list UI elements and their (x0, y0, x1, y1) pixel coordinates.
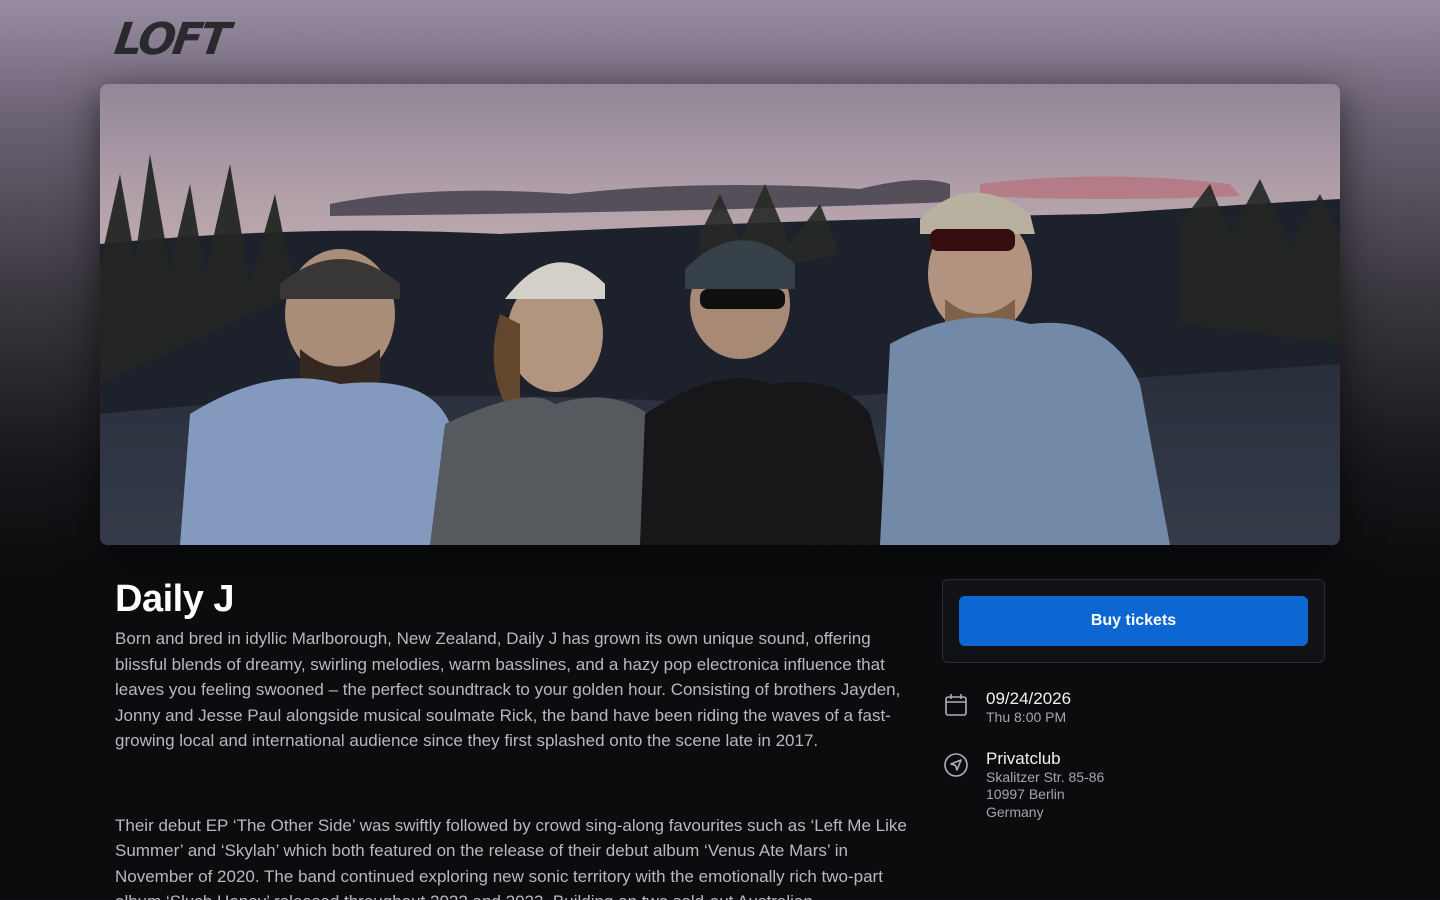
band-photo (100, 84, 1340, 545)
venue-name[interactable]: Privatclub (986, 749, 1104, 769)
event-date: 09/24/2026 (986, 689, 1072, 708)
event-time: Thu 8:00 PM (986, 709, 1067, 725)
location-arrow-icon[interactable] (942, 751, 970, 779)
ticket-box: Buy tickets (942, 579, 1325, 663)
venue-city: 10997 Berlin (986, 786, 1065, 802)
event-title: Daily J (115, 578, 235, 620)
loft-logo[interactable]: LOFT (111, 14, 230, 65)
event-date-row: 09/24/2026 Thu 8:00 PM (942, 689, 1325, 727)
event-details: Daily J Born and bred in idyllic Marlbor… (115, 578, 915, 900)
event-description-paragraph: Their debut EP ‘The Other Side’ was swif… (115, 815, 907, 900)
ticket-sidebar: Buy tickets 09/24/2026 Thu 8:00 PM Priva… (942, 579, 1325, 821)
venue-row: Privatclub Skalitzer Str. 85-86 10997 Be… (942, 749, 1325, 822)
event-description-paragraph: Born and bred in idyllic Marlborough, Ne… (115, 629, 901, 750)
buy-tickets-button[interactable]: Buy tickets (959, 596, 1308, 646)
venue-country: Germany (986, 803, 1044, 820)
venue-street: Skalitzer Str. 85-86 (986, 768, 1105, 785)
calendar-icon (945, 694, 967, 716)
